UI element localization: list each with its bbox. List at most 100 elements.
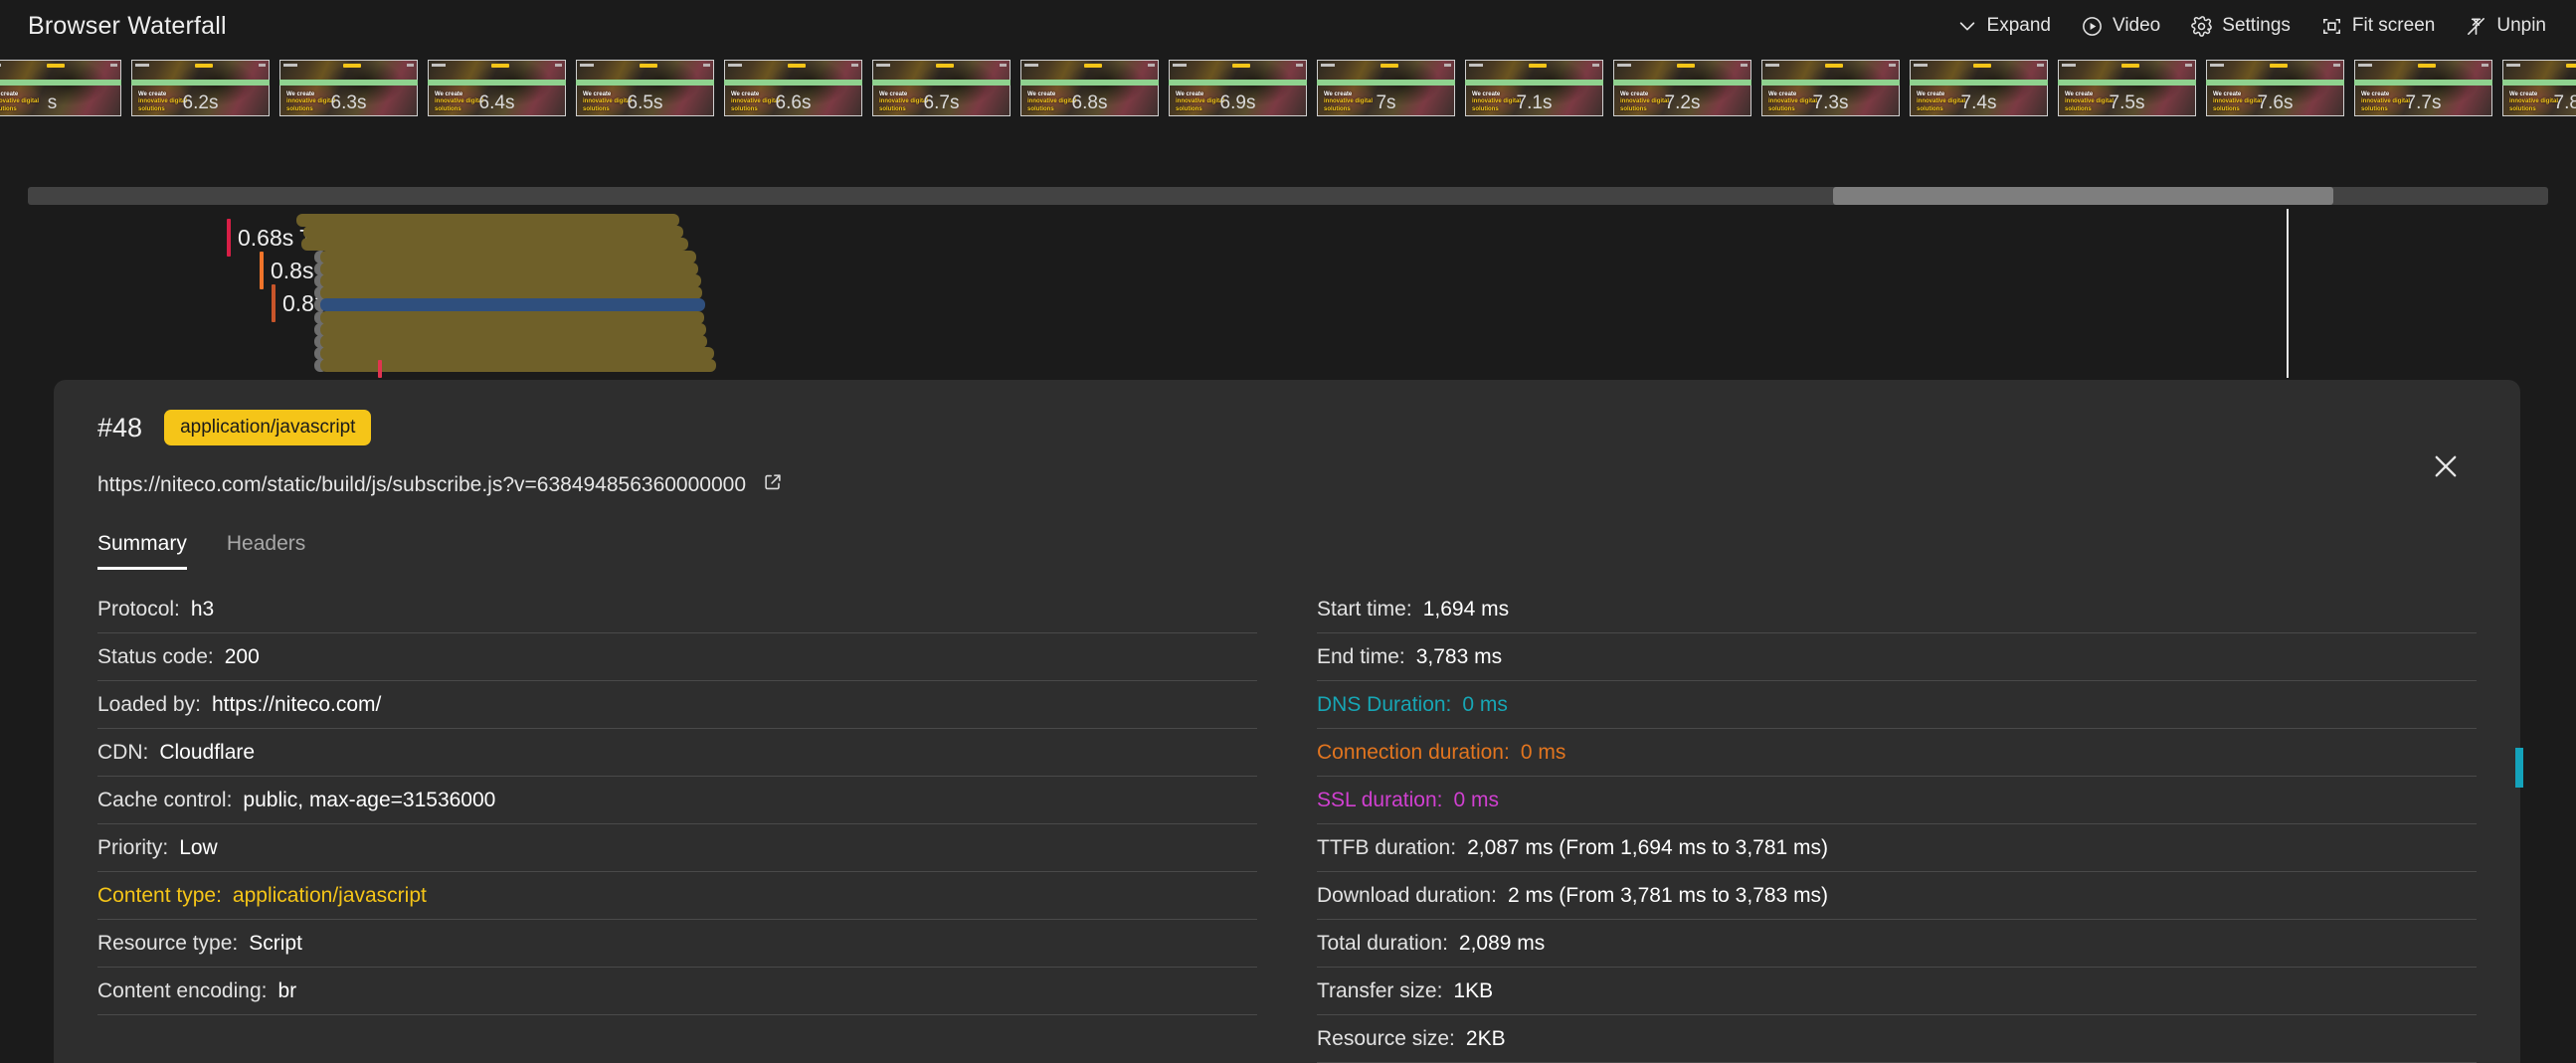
thumbnail-logo [876, 64, 890, 67]
tab-headers[interactable]: Headers [227, 532, 305, 570]
request-url[interactable]: https://niteco.com/static/build/js/subsc… [97, 473, 746, 497]
thumbnail-cta-pill [1380, 64, 1398, 68]
mime-type-badge[interactable]: application/javascript [164, 410, 371, 445]
detail-value: 3,783 ms [1416, 645, 1502, 669]
detail-value: Script [249, 932, 302, 956]
external-link-icon[interactable] [762, 471, 784, 498]
thumbnail-menu-icon [1592, 64, 1599, 67]
waterfall-row[interactable] [0, 286, 2576, 299]
filmstrip-frame[interactable]: We createinnovative digitalsolutions6.9s [1164, 52, 1312, 116]
filmstrip-frame[interactable]: We createinnovative digitalsolutions7.6s [2201, 52, 2349, 116]
thumbnail-cta-pill [2566, 64, 2576, 68]
unpin-label: Unpin [2496, 15, 2546, 37]
waterfall-chart[interactable]: 0.68s Time To First Byte0.8s Start Rende… [0, 209, 2576, 378]
waterfall-bar[interactable] [320, 323, 706, 336]
thumbnail-cta-pill [936, 64, 954, 68]
thumbnail-cta-pill [2270, 64, 2288, 68]
thumbnail-menu-icon [2333, 64, 2340, 67]
filmstrip-frame[interactable]: We createinnovative digitalsolutions7.8s [2497, 52, 2576, 116]
waterfall-bar[interactable] [320, 286, 702, 299]
waterfall-row[interactable] [0, 335, 2576, 348]
thumbnail-menu-icon [1148, 64, 1155, 67]
filmstrip-frame[interactable]: We createinnovative digitalsolutions6.8s [1015, 52, 1164, 116]
waterfall-bar[interactable] [320, 311, 704, 324]
filmstrip-frame[interactable]: We createinnovative digitalsolutions7.5s [2053, 52, 2201, 116]
waterfall-row[interactable] [0, 214, 2576, 227]
horizontal-scrollbar-thumb[interactable] [1833, 187, 2333, 205]
waterfall-bar[interactable] [296, 214, 679, 227]
filmstrip-frame[interactable]: We createinnovative digitalsolutions6.4s [423, 52, 571, 116]
thumbnail-site-header [2062, 63, 2192, 68]
detail-row: Start time:1,694 ms [1317, 586, 2477, 633]
close-button[interactable] [2429, 449, 2463, 483]
filmstrip-progress-bar [1020, 80, 1159, 86]
waterfall-row[interactable] [0, 263, 2576, 275]
thumbnail-menu-icon [2185, 64, 2192, 67]
waterfall-row[interactable] [0, 311, 2576, 324]
detail-value: application/javascript [233, 884, 427, 908]
unpin-button[interactable]: Unpin [2465, 15, 2546, 38]
thumbnail-logo [1617, 64, 1631, 67]
filmstrip-frame[interactable]: We createinnovative digitalsolutions7s [1312, 52, 1460, 116]
filmstrip-progress-bar [2058, 80, 2196, 86]
waterfall-bar[interactable] [320, 347, 714, 360]
timeline-tick-label: s [0, 92, 126, 114]
thumbnail-cta-pill [195, 64, 213, 68]
filmstrip-frame[interactable]: We createinnovative digitalsolutions7.7s [2349, 52, 2497, 116]
horizontal-scrollbar-track[interactable] [28, 187, 2548, 205]
filmstrip-frame[interactable]: We createinnovative digitalsolutions7.3s [1756, 52, 1905, 116]
filmstrip-frame[interactable]: We createinnovative digitalsolutions7.4s [1905, 52, 2053, 116]
filmstrip[interactable]: We createinnovative digitalsolutionssWe … [0, 52, 2576, 184]
timeline-tick-label: 7.2s [1608, 92, 1756, 114]
thumbnail-site-header [135, 63, 266, 68]
waterfall-row[interactable] [0, 238, 2576, 251]
request-url-row: https://niteco.com/static/build/js/subsc… [97, 471, 2477, 498]
waterfall-row[interactable] [0, 226, 2576, 239]
detail-key: Download duration: [1317, 884, 1497, 908]
thumbnail-menu-icon [1889, 64, 1896, 67]
waterfall-row[interactable] [0, 274, 2576, 287]
filmstrip-progress-bar [279, 80, 418, 86]
waterfall-row[interactable] [0, 298, 2576, 311]
video-button[interactable]: Video [2081, 15, 2160, 38]
filmstrip-frame[interactable]: We createinnovative digitalsolutions6.7s [867, 52, 1015, 116]
waterfall-row[interactable] [0, 323, 2576, 336]
expand-button[interactable]: Expand [1956, 15, 2051, 37]
detail-row: Priority:Low [97, 824, 1257, 872]
tab-summary[interactable]: Summary [97, 532, 187, 570]
filmstrip-frame[interactable]: We createinnovative digitalsolutions7.1s [1460, 52, 1608, 116]
timeline-tick-label: 7s [1312, 92, 1460, 114]
thumbnail-site-header [1914, 63, 2044, 68]
thumbnail-site-header [1321, 63, 1451, 68]
settings-button[interactable]: Settings [2190, 15, 2291, 38]
waterfall-row[interactable] [0, 359, 2576, 372]
thumbnail-cta-pill [1677, 64, 1695, 68]
waterfall-bar[interactable] [320, 274, 701, 287]
waterfall-bar[interactable] [320, 335, 707, 348]
detail-row: Protocol:h3 [97, 586, 1257, 633]
thumbnail-site-header [728, 63, 858, 68]
thumbnail-logo [0, 64, 1, 67]
timeline-tick-label: 6.6s [719, 92, 867, 114]
filmstrip-frame[interactable]: We createinnovative digitalsolutionss [0, 52, 126, 116]
filmstrip-frame[interactable]: We createinnovative digitalsolutions7.2s [1608, 52, 1756, 116]
page-title: Browser Waterfall [28, 12, 227, 41]
waterfall-bar-selected[interactable] [320, 298, 705, 311]
waterfall-bar[interactable] [320, 251, 696, 264]
detail-row: Download duration:2 ms (From 3,781 ms to… [1317, 872, 2477, 920]
waterfall-row[interactable] [0, 347, 2576, 360]
fit-screen-button[interactable]: Fit screen [2320, 15, 2435, 38]
waterfall-bar[interactable] [301, 238, 688, 251]
thumbnail-site-header [0, 63, 117, 68]
filmstrip-frame[interactable]: We createinnovative digitalsolutions6.2s [126, 52, 275, 116]
request-detail-panel: #48 application/javascript https://nitec… [54, 380, 2520, 1063]
filmstrip-frame[interactable]: We createinnovative digitalsolutions6.5s [571, 52, 719, 116]
detail-value: br [277, 979, 296, 1003]
waterfall-bar[interactable] [303, 226, 683, 239]
waterfall-row[interactable] [0, 251, 2576, 264]
filmstrip-frame[interactable]: We createinnovative digitalsolutions6.6s [719, 52, 867, 116]
detail-value: 0 ms [1521, 741, 1566, 765]
waterfall-bar[interactable] [320, 263, 698, 275]
filmstrip-frame[interactable]: We createinnovative digitalsolutions6.3s [275, 52, 423, 116]
thumbnail-logo [1321, 64, 1335, 67]
